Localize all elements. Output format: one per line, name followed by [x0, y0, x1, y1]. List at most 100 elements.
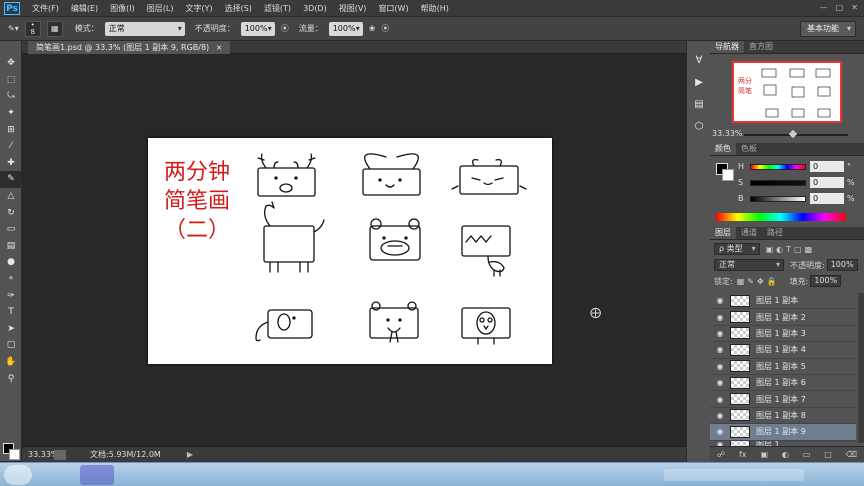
navigator-preview[interactable]: 两分 简笔 [732, 61, 842, 123]
visibility-eye-icon[interactable]: ◉ [710, 411, 730, 420]
menu-file[interactable]: 文件(F) [26, 3, 65, 14]
layer-row[interactable]: ◉ 图层 1 副本 3 [710, 326, 856, 343]
color-background-swatch[interactable] [722, 169, 734, 181]
airbrush-icon[interactable]: ❀ [369, 21, 376, 37]
quick-select-tool-icon[interactable]: ✦ [0, 105, 22, 122]
adjustment-icon[interactable]: ◐ [782, 450, 789, 459]
menu-image[interactable]: 图像(I) [104, 3, 141, 14]
layer-opacity-input[interactable]: 100% [826, 259, 858, 271]
healing-tool-icon[interactable]: ✚ [0, 155, 22, 172]
shape-tool-icon[interactable]: ▢ [0, 337, 22, 354]
maximize-icon[interactable]: □ [836, 3, 844, 12]
workspace-dropdown[interactable]: 基本功能 [800, 21, 856, 37]
menu-filter[interactable]: 滤镜(T) [258, 3, 297, 14]
flow-input[interactable]: 100% [328, 21, 363, 36]
blur-tool-icon[interactable]: ● [0, 254, 22, 271]
history-brush-tool-icon[interactable]: ↻ [0, 204, 22, 221]
dodge-tool-icon[interactable]: ⚬ [0, 271, 22, 288]
visibility-eye-icon[interactable]: ◉ [710, 313, 730, 322]
menu-edit[interactable]: 编辑(E) [65, 3, 104, 14]
navigator-slider-handle[interactable] [788, 129, 798, 139]
brush-tool-icon[interactable]: ✎ [0, 171, 22, 188]
pressure-size-icon[interactable]: ⦿ [381, 21, 389, 37]
adjustments-panel-icon[interactable]: ▤ [687, 93, 711, 115]
menu-help[interactable]: 帮助(H) [415, 3, 455, 14]
color-spectrum-bar[interactable] [716, 213, 846, 221]
pressure-opacity-icon[interactable]: ⦿ [281, 21, 289, 37]
layer-scrollbar[interactable] [858, 293, 864, 443]
menu-3d[interactable]: 3D(D) [297, 4, 333, 13]
link-icon[interactable]: ☍ [717, 450, 725, 459]
start-button[interactable] [4, 465, 32, 485]
close-icon[interactable]: ✕ [851, 3, 858, 12]
brush-preset-icon[interactable]: ✎▾ [8, 21, 19, 37]
brush-size-picker[interactable]: • 8 [24, 20, 41, 37]
zoom-level[interactable]: 33.33% [22, 450, 59, 459]
gradient-tool-icon[interactable]: ▤ [0, 238, 22, 255]
layer-row[interactable]: ◉ 图层 1 副本 4 [710, 342, 856, 359]
pen-tool-icon[interactable]: ✑ [0, 287, 22, 304]
opacity-input[interactable]: 100% [240, 21, 275, 36]
document-canvas[interactable]: 两分钟 简笔画 （二） [148, 138, 552, 364]
path-select-tool-icon[interactable]: ➤ [0, 321, 22, 338]
menu-window[interactable]: 窗口(W) [372, 3, 414, 14]
trash-icon[interactable]: ⌫ [846, 450, 857, 459]
stamp-tool-icon[interactable]: △ [0, 188, 22, 205]
menu-layer[interactable]: 图层(L) [141, 3, 180, 14]
hand-tool-icon[interactable]: ✋ [0, 354, 22, 371]
tab-layers[interactable]: 图层 [710, 227, 736, 239]
history-panel-icon[interactable]: ∀ [687, 49, 711, 71]
hue-slider[interactable] [750, 163, 806, 170]
type-tool-icon[interactable]: T [0, 304, 22, 321]
brush-panel-icon[interactable]: ▦ [46, 20, 63, 37]
layer-row[interactable]: ◉ 图层 1 副本 2 [710, 309, 856, 326]
actions-panel-icon[interactable]: ▶ [687, 71, 711, 93]
navigator-zoom[interactable]: 33.33% [712, 129, 743, 138]
mode-dropdown[interactable]: 正常 [104, 21, 185, 36]
hue-input[interactable]: 0 [810, 161, 844, 172]
layer-filter-dropdown[interactable]: ρ 类型 [714, 243, 760, 255]
minimize-icon[interactable]: — [820, 3, 828, 12]
color-swatches[interactable] [3, 443, 21, 461]
visibility-eye-icon[interactable]: ◉ [710, 362, 730, 371]
visibility-eye-icon[interactable]: ◉ [710, 329, 730, 338]
saturation-slider[interactable] [750, 179, 806, 186]
move-tool-icon[interactable]: ✥ [0, 55, 22, 72]
layer-row[interactable]: ◉ 图层 1 副本 6 [710, 375, 856, 392]
canvas-area[interactable]: 两分钟 简笔画 （二） ⨁ [22, 54, 686, 446]
menu-select[interactable]: 选择(S) [219, 3, 258, 14]
mask-icon[interactable]: ▣ [760, 450, 768, 459]
zoom-tool-icon[interactable]: ⚲ [0, 370, 22, 387]
layer-row[interactable]: ◉ 图层 1 副本 [710, 293, 856, 310]
tab-color[interactable]: 颜色 [710, 143, 736, 155]
layer-row[interactable]: ◉ 图层 1 副本 5 [710, 359, 856, 375]
document-tab-close-icon[interactable]: × [216, 43, 223, 52]
marquee-tool-icon[interactable]: ⬚ [0, 72, 22, 89]
eyedropper-tool-icon[interactable]: ⁄ [0, 138, 22, 155]
tab-swatches[interactable]: 色板 [736, 143, 762, 155]
visibility-eye-icon[interactable]: ◉ [710, 395, 730, 404]
brightness-input[interactable]: 0 [810, 193, 844, 204]
document-tab[interactable]: 简笔画1.psd @ 33.3% (图层 1 副本 9, RGB/8) × [28, 41, 231, 54]
eraser-tool-icon[interactable]: ▭ [0, 221, 22, 238]
new-layer-icon[interactable]: □ [824, 450, 832, 459]
tab-paths[interactable]: 路径 [762, 227, 788, 239]
fill-input[interactable]: 100% [810, 275, 842, 287]
folder-icon[interactable]: ▭ [803, 450, 811, 459]
tab-histogram[interactable]: 直方图 [744, 41, 778, 53]
layer-row-selected[interactable]: ◉ 图层 1 副本 9 [710, 424, 856, 441]
document-status-icon[interactable] [54, 449, 66, 460]
menu-view[interactable]: 视图(V) [333, 3, 373, 14]
3d-panel-icon[interactable]: ⬡ [687, 115, 711, 137]
fx-icon[interactable]: fx [739, 450, 747, 459]
menu-type[interactable]: 文字(Y) [179, 3, 218, 14]
lock-icons[interactable]: ▦✎✥🔒 [737, 277, 780, 286]
visibility-eye-icon[interactable]: ◉ [710, 427, 730, 436]
background-color[interactable] [9, 449, 20, 460]
blend-mode-dropdown[interactable]: 正常 [714, 259, 784, 271]
brightness-slider[interactable] [750, 195, 806, 202]
crop-tool-icon[interactable]: ⊞ [0, 121, 22, 138]
filter-icons[interactable]: ▣◐T▢▩ [766, 245, 816, 254]
saturation-input[interactable]: 0 [810, 177, 844, 188]
lasso-tool-icon[interactable]: ⤿ [0, 88, 22, 105]
